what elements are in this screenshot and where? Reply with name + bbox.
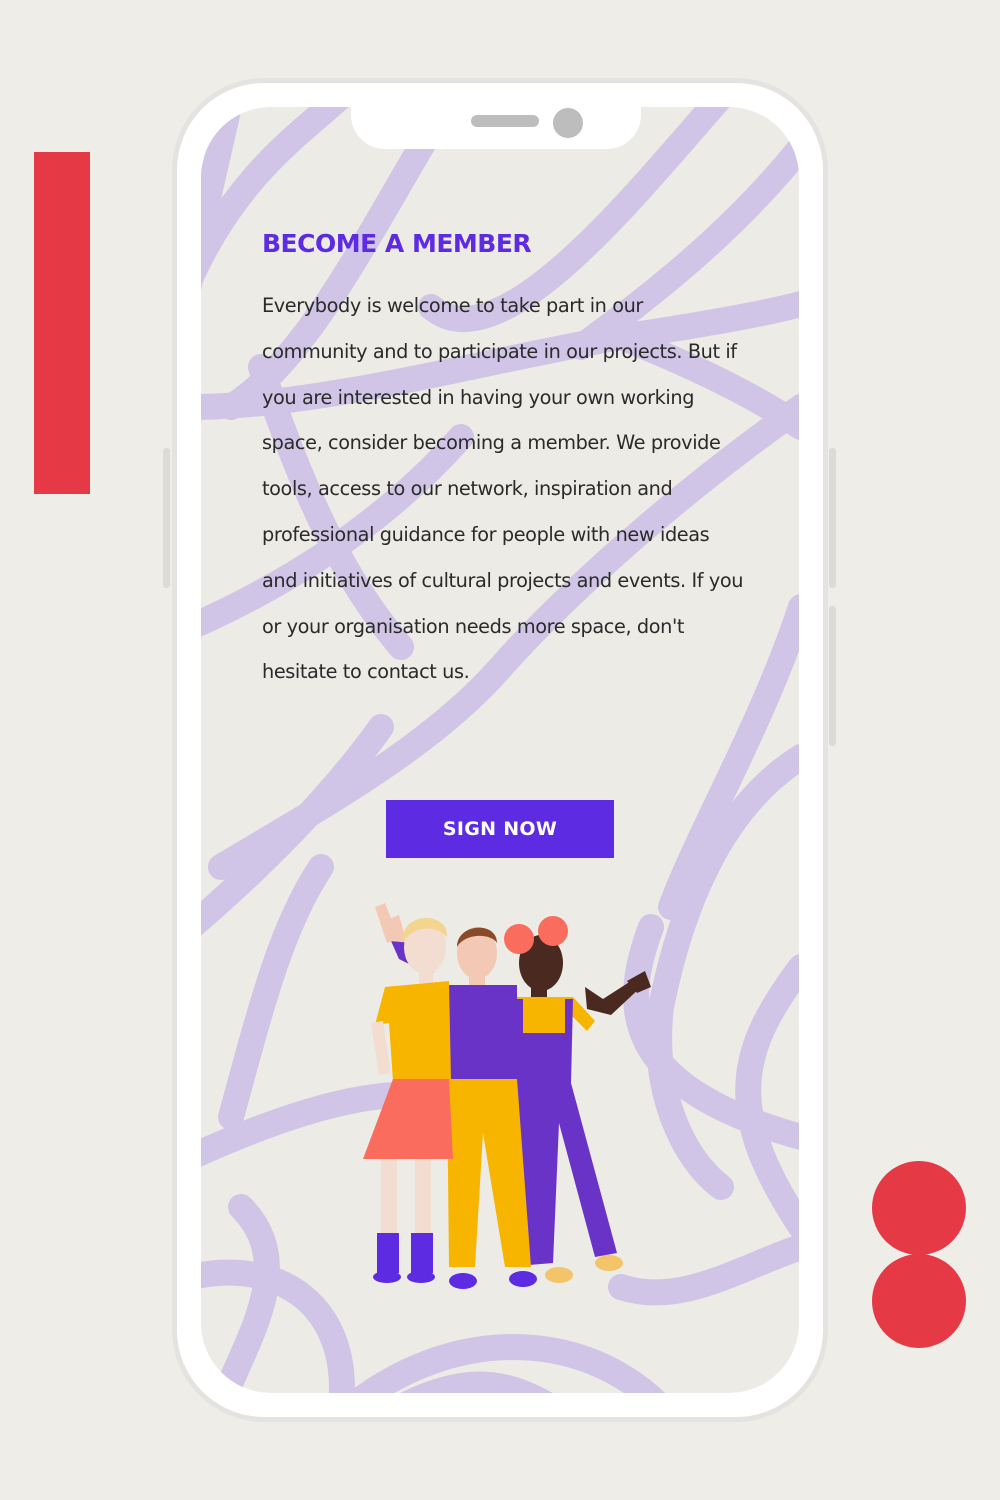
group-of-three-people-illustration (363, 903, 651, 1289)
phone-side-button-lower (829, 606, 836, 746)
phone-speaker (471, 115, 539, 127)
phone-camera (553, 108, 583, 138)
decorative-red-bar (34, 152, 90, 494)
phone-notch (351, 107, 641, 149)
decorative-red-dot-bottom (872, 1254, 966, 1348)
phone-screen: BECOME A MEMBER Everybody is welcome to … (201, 107, 799, 1393)
decorative-red-dot-top (872, 1161, 966, 1255)
sign-now-button[interactable]: SIGN NOW (386, 800, 614, 858)
section-title: BECOME A MEMBER (262, 229, 532, 258)
phone-volume-button (163, 448, 170, 588)
phone-side-button-upper (829, 448, 836, 588)
person-left-figure (363, 917, 453, 1283)
section-body-text: Everybody is welcome to take part in our… (262, 294, 744, 684)
